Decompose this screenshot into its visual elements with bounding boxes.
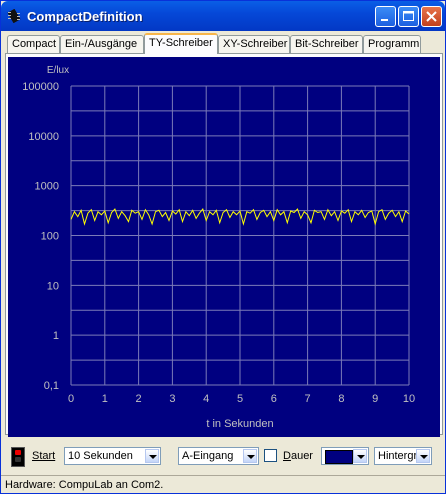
tab-compact[interactable]: Compact: [7, 35, 60, 53]
input-channel-value: A-Eingang: [182, 450, 234, 462]
color-swatch: [325, 450, 353, 464]
x-tick-label: 10: [403, 393, 415, 405]
maximize-button[interactable]: [398, 6, 419, 27]
chevron-down-icon[interactable]: [145, 449, 159, 463]
x-tick-label: 3: [169, 393, 175, 405]
title-bar[interactable]: CompactDefinition: [1, 1, 445, 31]
ty-chart: 0 1 2 3 4 5 6 7 8 9 10 100000 10000 1000 100 10 1 0,1 E/l…: [8, 57, 440, 437]
main-window: CompactDefinition Compact Ein-/Ausgänge …: [0, 0, 446, 494]
minimize-icon: [381, 19, 388, 21]
chevron-down-icon[interactable]: [353, 449, 367, 463]
x-tick-label: 5: [237, 393, 243, 405]
y-tick-label: 10000: [28, 131, 59, 143]
color-select[interactable]: [321, 447, 369, 465]
maximize-icon: [403, 11, 414, 21]
window-title: CompactDefinition: [27, 9, 143, 24]
chart-ticks: 0 1 2 3 4 5 6 7 8 9 10 100000 10000 1000 100 10 1 0,1: [22, 81, 415, 405]
tab-strip: Compact Ein-/Ausgänge TY-Schreiber XY-Sc…: [5, 33, 443, 54]
close-button[interactable]: [421, 6, 442, 27]
y-axis-label: E/lux: [47, 65, 69, 76]
minimize-button[interactable]: [375, 6, 396, 27]
x-tick-label: 8: [338, 393, 344, 405]
start-icon[interactable]: [11, 447, 25, 467]
chevron-down-icon[interactable]: [243, 449, 257, 463]
y-tick-label: 0,1: [44, 380, 59, 392]
y-tick-label: 1: [53, 330, 59, 342]
dauer-checkbox[interactable]: [264, 449, 277, 462]
y-tick-label: 10: [47, 280, 59, 292]
status-text: Hardware: CompuLab an Com2.: [5, 479, 164, 491]
tab-xy-schreiber[interactable]: XY-Schreiber: [218, 35, 290, 53]
x-tick-label: 7: [305, 393, 311, 405]
x-tick-label: 4: [203, 393, 209, 405]
status-bar: Hardware: CompuLab an Com2.: [1, 475, 445, 493]
y-tick-label: 100: [41, 231, 59, 243]
x-tick-label: 0: [68, 393, 74, 405]
start-button[interactable]: Start: [32, 450, 55, 462]
chart-canvas: 0 1 2 3 4 5 6 7 8 9 10 100000 10000 1000 100 10 1 0,1 E/l…: [22, 65, 415, 430]
background-select-value: Hintergr: [378, 450, 418, 462]
time-range-select[interactable]: 10 Sekunden: [64, 447, 161, 465]
chart-grid: [70, 85, 410, 386]
tab-ty-schreiber[interactable]: TY-Schreiber: [144, 33, 218, 54]
tab-bit-schreiber[interactable]: Bit-Schreiber: [290, 35, 363, 53]
time-range-value: 10 Sekunden: [68, 450, 133, 462]
chevron-down-icon[interactable]: [416, 449, 430, 463]
x-tick-label: 9: [372, 393, 378, 405]
tab-programm[interactable]: Programm: [363, 35, 421, 53]
tab-ein-ausgaenge[interactable]: Ein-/Ausgänge: [60, 35, 144, 53]
x-tick-label: 2: [136, 393, 142, 405]
y-tick-label: 1000: [35, 181, 59, 193]
x-tick-label: 6: [271, 393, 277, 405]
y-tick-label: 100000: [22, 81, 59, 93]
close-icon: [426, 11, 437, 22]
background-select[interactable]: Hintergr: [374, 447, 432, 465]
dauer-label: Dauer: [283, 450, 313, 462]
input-channel-select[interactable]: A-Eingang: [178, 447, 259, 465]
dauer-label-rest: auer: [290, 450, 313, 462]
x-axis-label: t in Sekunden: [206, 418, 273, 430]
app-icon: [7, 9, 21, 23]
x-tick-label: 1: [102, 393, 108, 405]
